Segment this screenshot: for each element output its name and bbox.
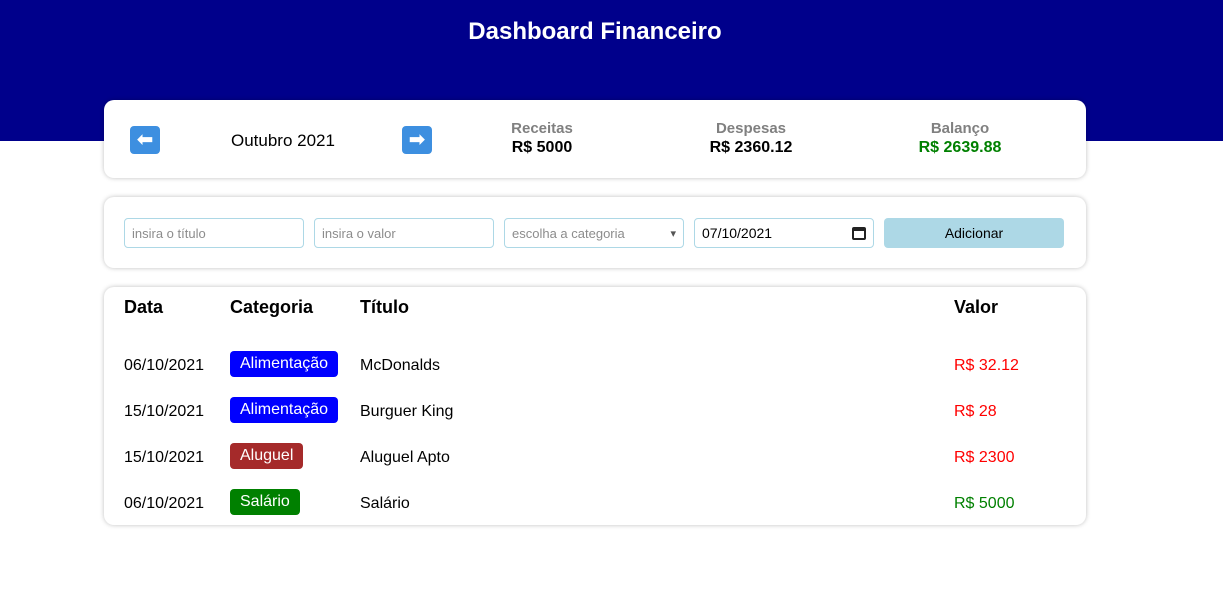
transactions-table: Data Categoria Título Valor 06/10/2021 A… <box>104 287 1086 525</box>
row-date: 06/10/2021 <box>124 357 205 374</box>
despesas-title: Despesas <box>715 120 787 137</box>
add-button[interactable]: Adicionar <box>884 218 1064 248</box>
row-date: 15/10/2021 <box>124 403 205 420</box>
row-value: R$ 28 <box>954 403 997 420</box>
summary-card: ⬅ Outubro 2021 ➡ Receitas R$ 5000 Despes… <box>104 100 1086 178</box>
category-badge: Alimentação <box>230 397 339 423</box>
category-badge: Aluguel <box>230 443 304 469</box>
row-title: Burguer King <box>360 403 454 420</box>
despesas-value: R$ 2360.12 <box>709 139 793 156</box>
arrow-right-icon[interactable]: ➡ <box>402 126 432 154</box>
table-row: 06/10/2021 Alimentação McDonalds R$ 32.1… <box>104 351 1086 381</box>
title-input[interactable]: insira o título <box>124 218 304 248</box>
date-input[interactable]: 07/10/2021 <box>694 218 874 248</box>
value-input-placeholder: insira o valor <box>322 225 396 241</box>
table-row: 15/10/2021 Alimentação Burguer King R$ 2… <box>104 397 1086 427</box>
calendar-icon[interactable] <box>852 226 866 240</box>
table-row: 06/10/2021 Salário Salário R$ 5000 <box>104 489 1086 519</box>
category-select-placeholder: escolha a categoria <box>512 225 625 241</box>
row-title: McDonalds <box>360 357 441 374</box>
chevron-down-icon: ▾ <box>670 227 676 240</box>
page-title: Dashboard Financeiro <box>468 18 722 45</box>
category-badge: Salário <box>230 489 300 515</box>
title-input-placeholder: insira o título <box>132 225 206 241</box>
header-categoria: Categoria <box>230 297 314 317</box>
row-date: 06/10/2021 <box>124 495 205 512</box>
receitas-value: R$ 5000 <box>511 139 573 156</box>
row-title: Salário <box>360 495 410 512</box>
balanco-value: R$ 2639.88 <box>918 139 1002 156</box>
row-date: 15/10/2021 <box>124 449 205 466</box>
date-input-value: 07/10/2021 <box>702 225 773 241</box>
category-badge: Alimentação <box>230 351 339 377</box>
balanco-title: Balanço <box>930 120 990 137</box>
row-title: Aluguel Apto <box>360 449 450 466</box>
header-data: Data <box>124 297 164 317</box>
current-month: Outubro 2021 <box>231 131 335 150</box>
value-input[interactable]: insira o valor <box>314 218 494 248</box>
balanco-summary: Balanço R$ 2639.88 <box>880 120 1040 157</box>
header-valor: Valor <box>954 297 999 317</box>
row-value: R$ 32.12 <box>954 357 1019 374</box>
header-titulo: Título <box>360 297 409 317</box>
table-row: 15/10/2021 Aluguel Aluguel Apto R$ 2300 <box>104 443 1086 473</box>
receitas-title: Receitas <box>511 120 573 137</box>
row-value: R$ 2300 <box>954 449 1015 466</box>
row-value: R$ 5000 <box>954 495 1015 512</box>
receitas-summary: Receitas R$ 5000 <box>462 120 622 157</box>
despesas-summary: Despesas R$ 2360.12 <box>671 120 831 157</box>
category-select[interactable]: escolha a categoria ▾ <box>504 218 684 248</box>
arrow-left-icon[interactable]: ⬅ <box>130 126 160 154</box>
input-area: insira o título insira o valor escolha a… <box>104 197 1086 268</box>
